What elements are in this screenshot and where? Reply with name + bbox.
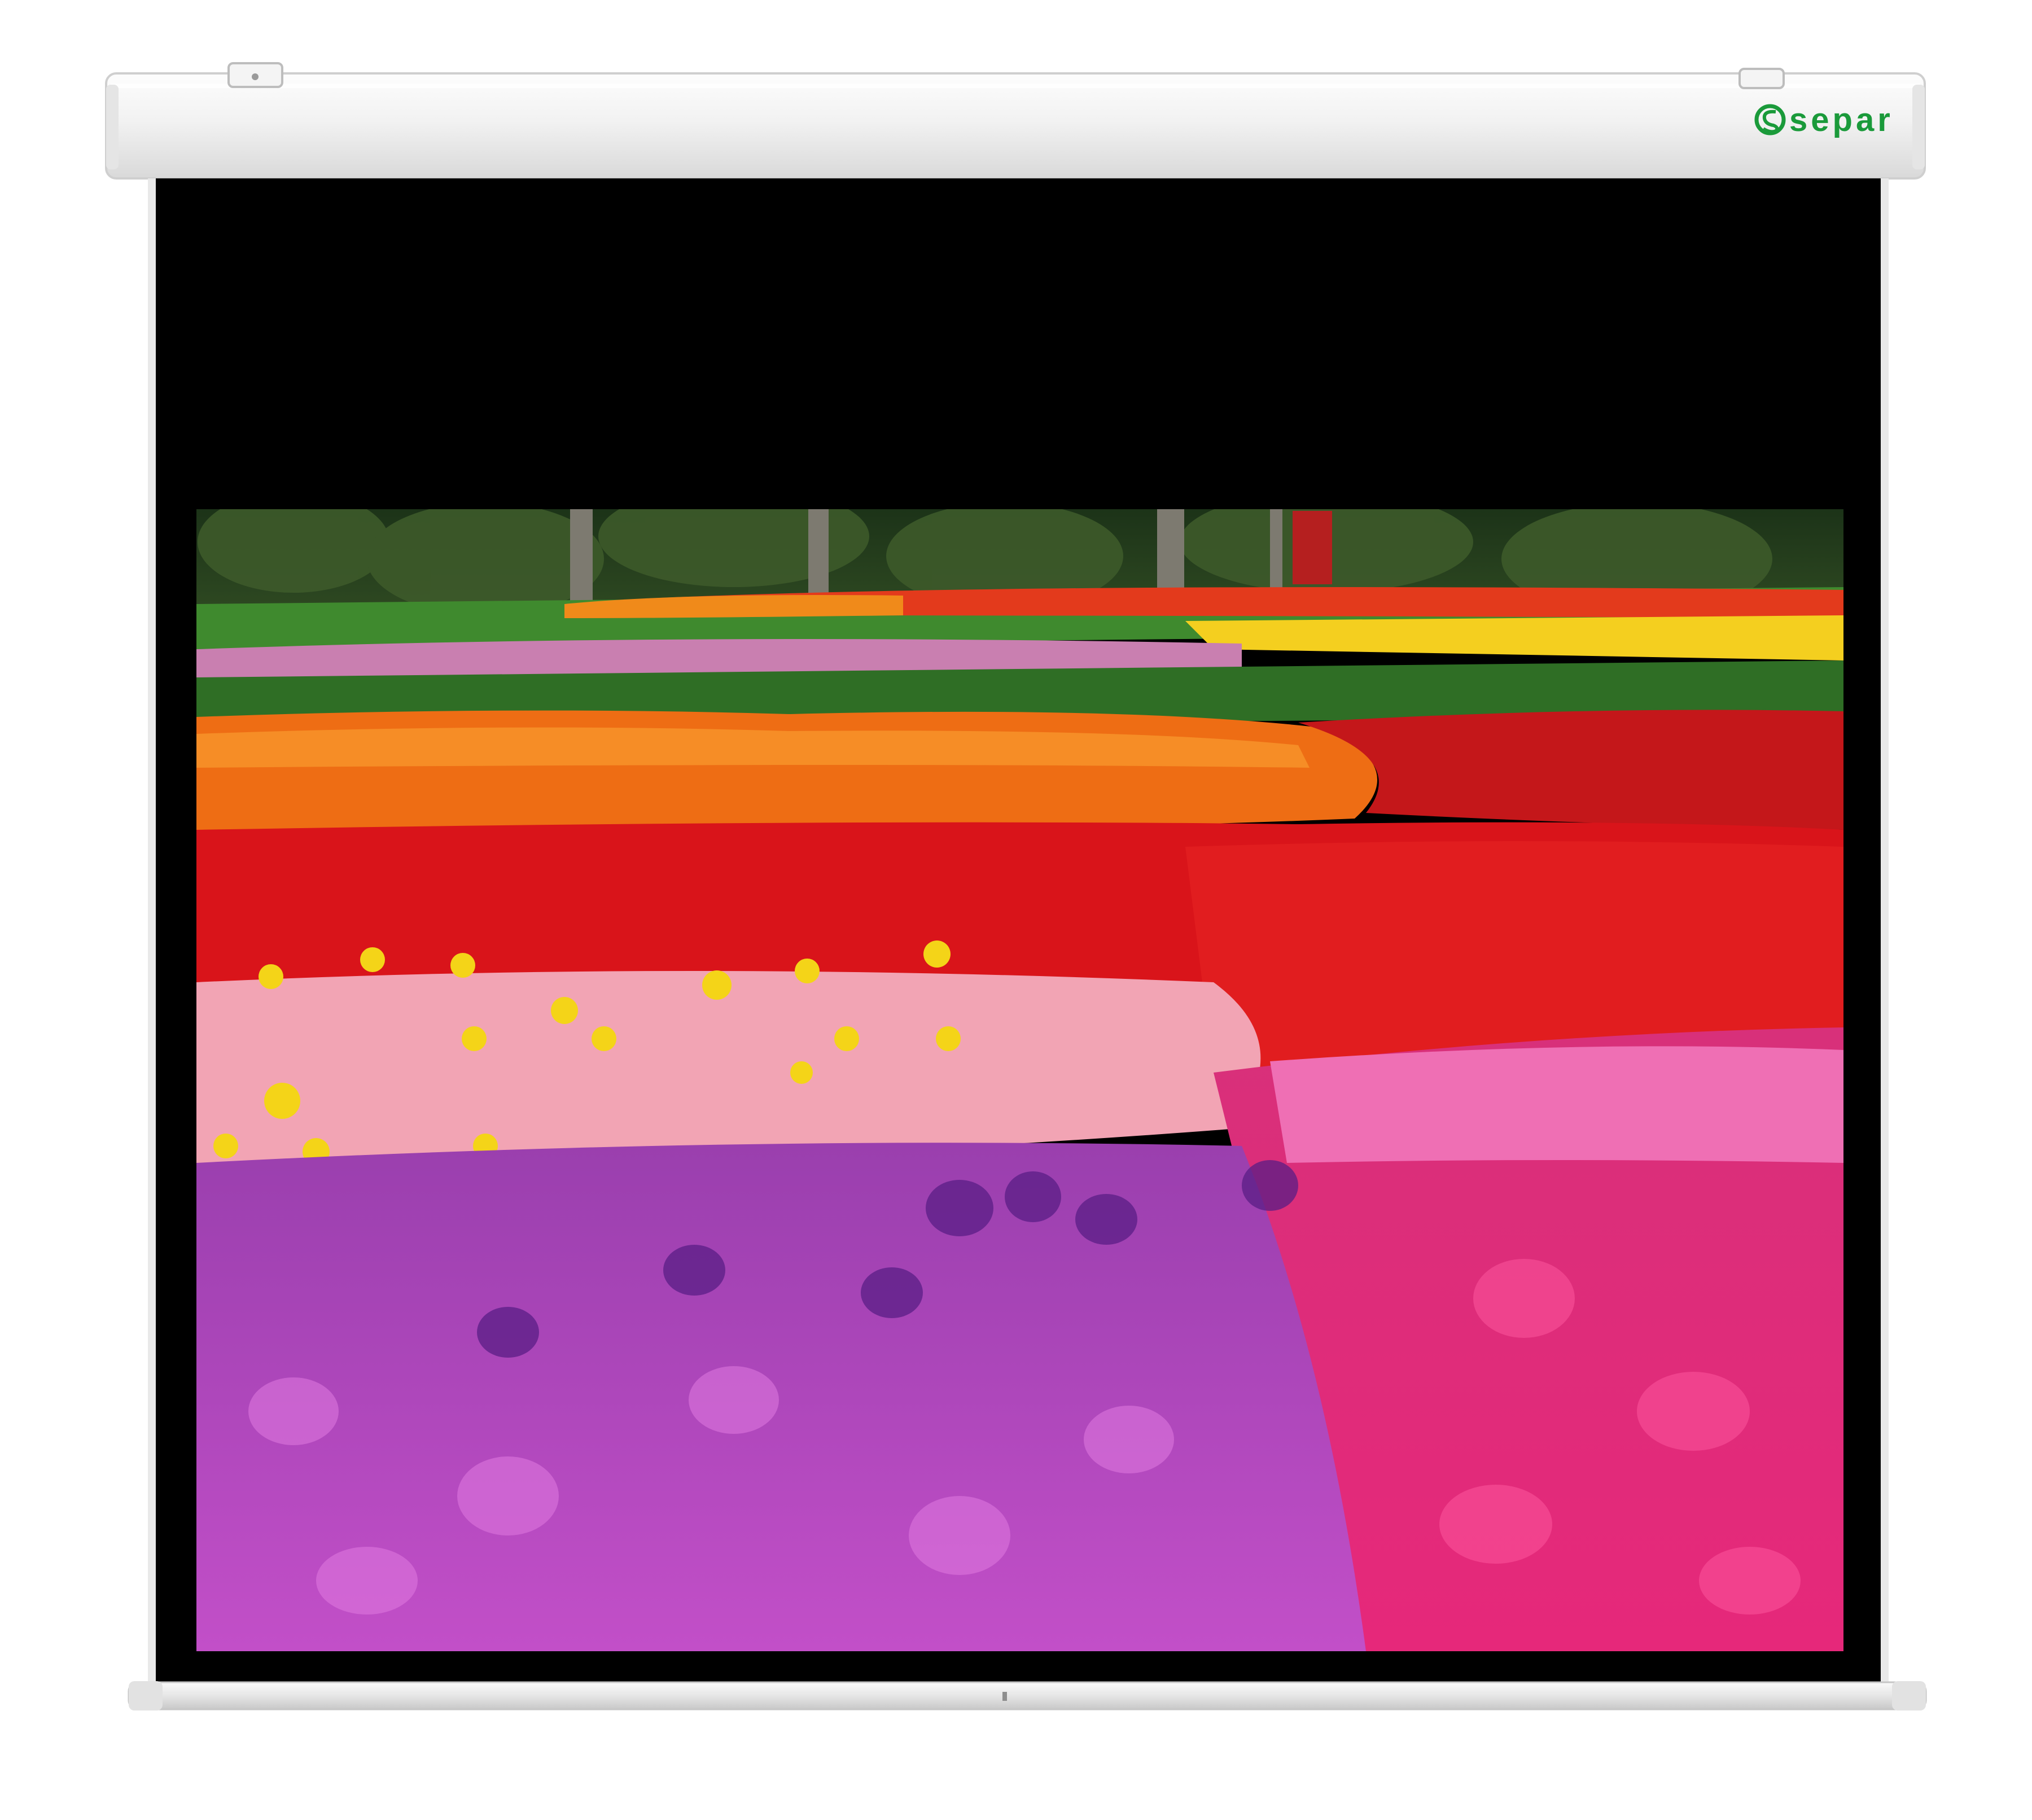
projector-screen-scene: separ: [0, 0, 2032, 1820]
bottom-bar: [128, 1681, 1927, 1710]
bar-left-cap: [129, 1681, 163, 1710]
screen-housing: [105, 62, 1926, 180]
right-bracket: [1738, 68, 1785, 89]
pull-handle: [1002, 1692, 1007, 1701]
bar-right-cap: [1892, 1681, 1926, 1710]
logo-text: separ: [1789, 102, 1894, 138]
